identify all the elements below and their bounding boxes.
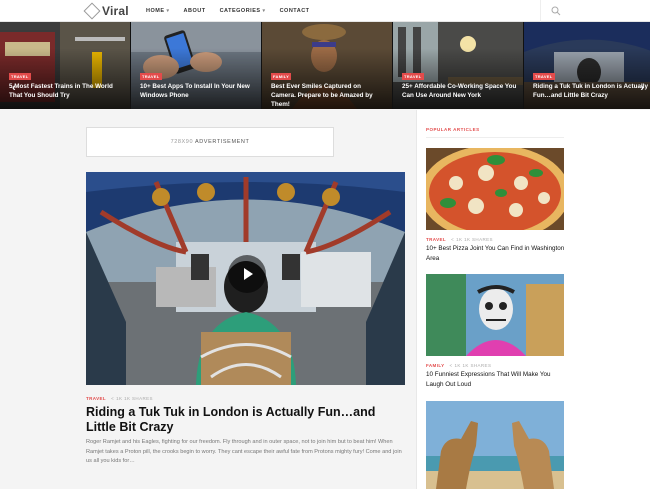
painted-face-image[interactable] [426, 274, 564, 356]
sidebar-heading: POPULAR ARTICLES [426, 127, 480, 132]
nav-about[interactable]: ABOUT [184, 8, 206, 14]
slide[interactable]: TRAVEL 5 Most Fastest Trains in The Worl… [0, 22, 130, 109]
slide[interactable]: TRAVEL Riding a Tuk Tuk in London is Act… [524, 22, 650, 109]
share-icon: < [451, 237, 455, 242]
chevron-down-icon: ▾ [262, 8, 266, 14]
slide-title[interactable]: 5 Most Fastest Trains in The World That … [9, 82, 125, 100]
nav-contact[interactable]: CONTACT [280, 8, 310, 14]
search-button[interactable] [540, 0, 570, 22]
slide-tag[interactable]: TRAVEL [533, 73, 555, 80]
pizza-image[interactable] [426, 148, 564, 230]
ad-placeholder[interactable]: 728X90 ADVERTISEMENT [86, 127, 334, 157]
prev-arrow-icon[interactable]: ‹ [12, 82, 16, 94]
popular-meta: TRAVEL <1K 1K SHARES [426, 237, 493, 242]
slide-tag[interactable]: TRAVEL [140, 73, 162, 80]
site-logo[interactable]: Viral [83, 2, 129, 20]
logo-diamond-icon [83, 2, 101, 20]
slide-tag[interactable]: TRAVEL [9, 73, 31, 80]
nav-home[interactable]: HOME ▾ [146, 8, 170, 14]
article-category[interactable]: TRAVEL [86, 396, 106, 401]
article-meta: TRAVEL <1K 1K SHARES [86, 396, 153, 401]
chevron-down-icon: ▾ [166, 8, 170, 14]
article-title[interactable]: Riding a Tuk Tuk in London is Actually F… [86, 405, 406, 435]
nav-categories[interactable]: CATEGORIES ▾ [220, 8, 266, 14]
share-count: 1K 1K SHARES [454, 363, 492, 368]
popular-meta: FAMILY <1K 1K SHARES [426, 363, 491, 368]
slide-title[interactable]: Riding a Tuk Tuk in London is Actually F… [533, 82, 649, 100]
play-button[interactable] [228, 255, 266, 293]
site-header: Viral HOME ▾ ABOUT CATEGORIES ▾ CONTACT [0, 0, 650, 22]
ad-label: ADVERTISEMENT [194, 139, 250, 145]
popular-category[interactable]: FAMILY [426, 363, 445, 368]
next-arrow-icon[interactable]: › [640, 82, 644, 94]
popular-category[interactable]: TRAVEL [426, 237, 446, 242]
share-count: 1K 1K SHARES [116, 396, 153, 401]
slide-title[interactable]: 10+ Best Apps To Install In Your New Win… [140, 82, 256, 100]
slide[interactable]: TRAVEL 25+ Affordable Co-Working Space Y… [393, 22, 523, 109]
sidebar-divider [426, 137, 564, 138]
slide-title[interactable]: 25+ Affordable Co-Working Space You Can … [402, 82, 518, 100]
slide-tag[interactable]: TRAVEL [402, 73, 424, 80]
logo-text: Viral [102, 4, 129, 18]
article-excerpt: Roger Ramjet and his Eagles, fighting fo… [86, 439, 402, 464]
search-icon [551, 6, 560, 16]
main-nav: HOME ▾ ABOUT CATEGORIES ▾ CONTACT [146, 0, 310, 22]
featured-slider: TRAVEL 5 Most Fastest Trains in The Worl… [0, 22, 650, 109]
popular-title[interactable]: 10 Funniest Expressions That Will Make Y… [426, 370, 566, 389]
slide-title[interactable]: Best Ever Smiles Captured on Camera. Pre… [271, 82, 387, 109]
camels-image[interactable] [426, 401, 564, 489]
slide[interactable]: TRAVEL 10+ Best Apps To Install In Your … [131, 22, 261, 109]
ad-size: 728X90 [170, 139, 194, 145]
share-icon: < [111, 396, 115, 401]
popular-title[interactable]: 10+ Best Pizza Joint You Can Find in Was… [426, 244, 566, 263]
share-icon: < [449, 363, 453, 368]
share-count: 1K 1K SHARES [456, 237, 493, 242]
slide-tag[interactable]: FAMILY [271, 73, 292, 80]
slide[interactable]: FAMILY Best Ever Smiles Captured on Came… [262, 22, 392, 109]
